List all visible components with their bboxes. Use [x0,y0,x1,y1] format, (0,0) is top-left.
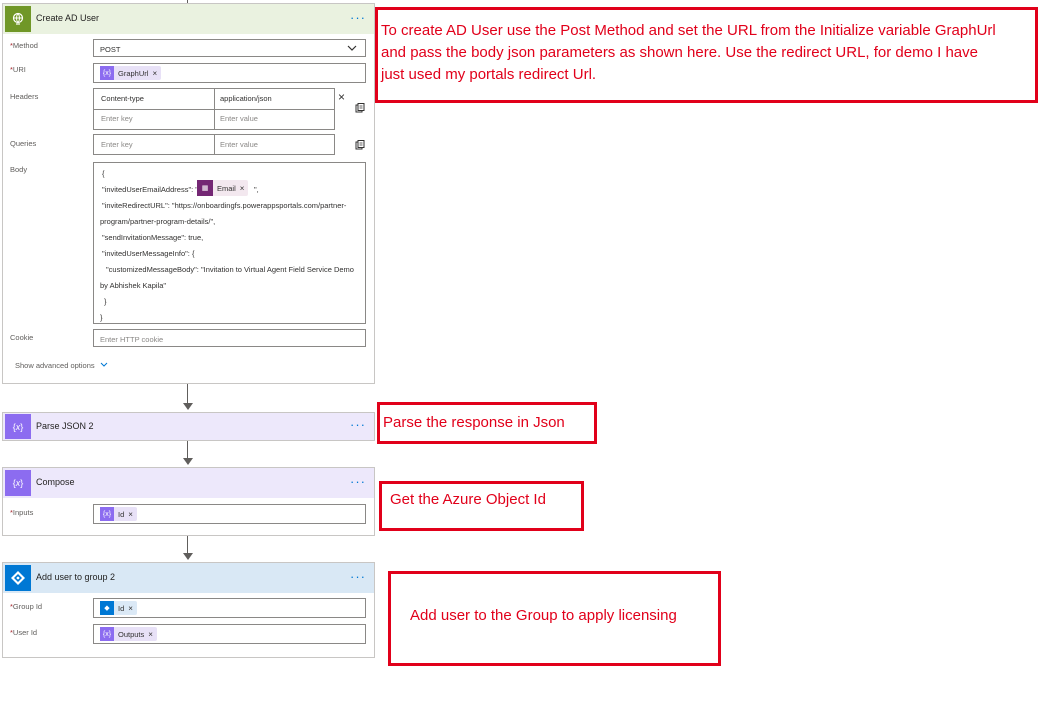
method-label: *Method [10,41,38,50]
group-id-field[interactable]: ◆ Id × [93,598,366,618]
cookie-input[interactable]: Enter HTTP cookie [93,329,366,347]
outputs-token[interactable]: {x} Outputs × [100,627,157,641]
close-icon[interactable]: × [240,184,245,193]
queries-label: Queries [10,139,37,148]
body-line: ", [254,185,259,194]
switch-mode-icon[interactable] [355,103,365,113]
headers-table: Content-type application/json Enter key … [93,88,335,130]
graphurl-token[interactable]: {x} GraphUrl × [100,66,162,80]
method-select[interactable]: POST [93,39,366,57]
curly-braces-icon: {x} [100,507,114,521]
body-line: "invitedUserEmailAddress": " [102,185,198,194]
body-line: "invitedUserMessageInfo": { [102,249,195,258]
user-id-label: *User Id [10,628,38,637]
more-options-icon[interactable]: ··· [350,10,366,25]
queries-table: Enter key Enter value [93,134,335,155]
azure-ad-icon: ◆ [100,601,114,615]
compose-title: Compose [36,477,75,487]
query-value-input[interactable]: Enter value [220,140,258,149]
annotation-add-user: Add user to the Group to apply licensing [388,571,721,666]
curly-braces-icon: {x} [100,627,114,641]
curly-braces-icon: {x} [100,66,114,80]
annotation-create-user: To create AD User use the Post Method an… [375,7,1038,103]
parse-json-header[interactable]: {x} Parse JSON 2 ··· [3,413,374,440]
uri-label: *URI [10,65,26,74]
flow-connector [187,441,188,458]
curly-braces-icon: {x} [5,414,31,439]
body-line: } [100,313,103,322]
add-user-title: Add user to group 2 [36,572,116,582]
compose-card: {x} Compose ··· *Inputs {x} Id × [2,467,375,536]
header-value-cell[interactable]: application/json [220,94,272,103]
create-ad-user-header[interactable]: Create AD User ··· [3,4,374,34]
body-line: "customizedMessageBody": "Invitation to … [106,265,354,274]
dataverse-icon: ▦ [197,180,213,196]
headers-label: Headers [10,92,39,101]
more-options-icon[interactable]: ··· [350,569,366,584]
body-line: "inviteRedirectURL": "https://onboarding… [102,201,347,210]
flow-connector [187,536,188,553]
switch-mode-icon[interactable] [355,140,365,150]
chevron-down-icon [347,45,357,51]
query-key-input[interactable]: Enter key [101,140,133,149]
body-line: by Abhishek Kapila" [100,281,167,290]
azure-ad-icon [5,565,31,591]
compose-header[interactable]: {x} Compose ··· [3,468,374,498]
header-key-input[interactable]: Enter key [101,114,133,123]
add-user-header[interactable]: Add user to group 2 ··· [3,563,374,593]
more-options-icon[interactable]: ··· [350,474,366,489]
flow-connector [187,384,188,403]
globe-icon [5,6,31,32]
create-ad-user-card: Create AD User ··· *Method POST *URI {x}… [2,3,375,384]
curly-braces-icon: {x} [5,470,31,496]
close-icon[interactable]: × [128,604,133,613]
method-value: POST [100,45,121,54]
group-id-label: *Group Id [10,602,43,611]
parse-json-card[interactable]: {x} Parse JSON 2 ··· [2,412,375,441]
header-key-cell[interactable]: Content-type [101,94,144,103]
uri-input[interactable]: {x} GraphUrl × [93,63,366,83]
body-line: { [102,169,105,178]
body-editor[interactable]: { "invitedUserEmailAddress": " ▦ Email ×… [93,162,366,324]
annotation-object-id: Get the Azure Object Id [379,481,584,531]
annotation-parse-json: Parse the response in Json [377,402,597,444]
body-line: } [104,297,107,306]
close-icon[interactable]: × [152,69,157,78]
flow-arrow [183,403,193,410]
close-icon[interactable]: × [148,630,153,639]
more-options-icon[interactable]: ··· [350,417,366,432]
header-value-input[interactable]: Enter value [220,114,258,123]
flow-arrow [183,458,193,465]
inputs-label: *Inputs [10,508,34,517]
close-icon[interactable]: × [338,90,345,104]
id-token[interactable]: {x} Id × [100,507,137,521]
cookie-label: Cookie [10,333,34,342]
user-id-field[interactable]: {x} Outputs × [93,624,366,644]
inputs-field[interactable]: {x} Id × [93,504,366,524]
create-ad-user-title: Create AD User [36,13,100,23]
add-user-to-group-card: Add user to group 2 ··· *Group Id ◆ Id ×… [2,562,375,658]
body-label: Body [10,165,28,174]
flow-arrow [183,553,193,560]
group-id-token[interactable]: ◆ Id × [100,601,137,615]
body-line: program/partner-program-details/", [100,217,216,226]
parse-json-title: Parse JSON 2 [36,421,94,431]
email-token[interactable]: ▦ Email × [197,180,249,196]
chevron-down-icon [100,362,108,367]
body-line: "sendInvitationMessage": true, [102,233,204,242]
close-icon[interactable]: × [128,510,133,519]
show-advanced-options-link[interactable]: Show advanced options [15,361,108,370]
